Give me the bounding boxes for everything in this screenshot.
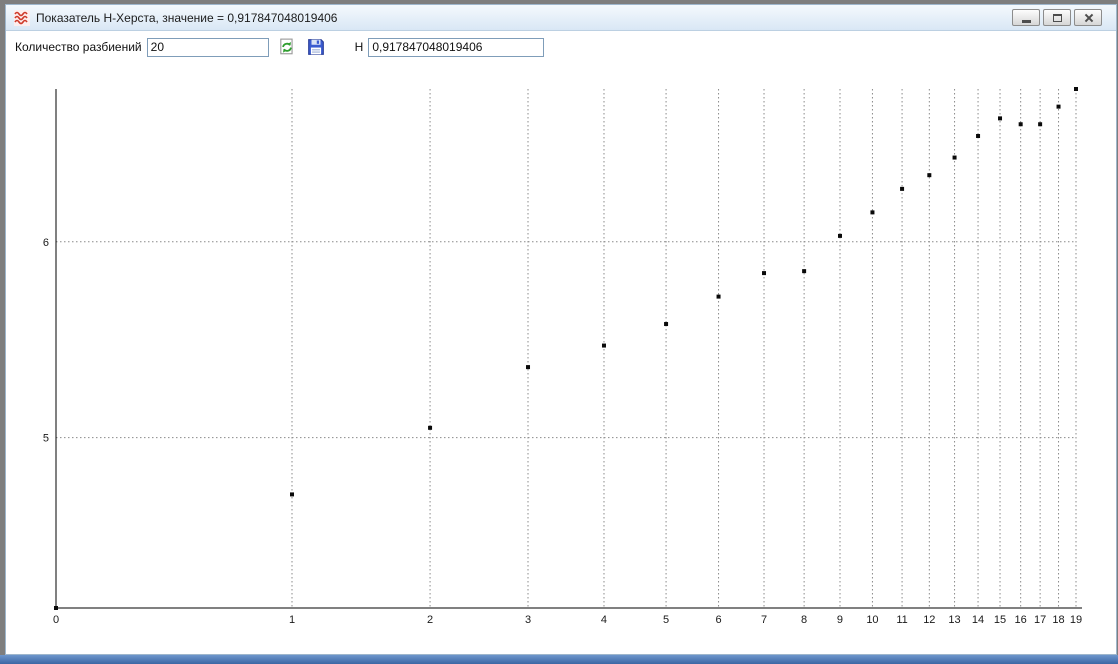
svg-text:1: 1 xyxy=(289,614,295,626)
data-point xyxy=(953,156,957,160)
data-point xyxy=(290,492,294,496)
svg-text:7: 7 xyxy=(761,614,767,626)
h-input[interactable] xyxy=(368,38,544,57)
svg-text:8: 8 xyxy=(801,614,807,626)
data-point xyxy=(717,295,721,299)
close-icon xyxy=(1084,13,1093,22)
maximize-icon xyxy=(1053,14,1062,22)
data-point xyxy=(1074,87,1078,91)
chart-area: 01234567891011121314151617181956 xyxy=(6,63,1116,654)
window-title: Показатель Н-Херста, значение = 0,917847… xyxy=(36,11,1012,25)
svg-text:9: 9 xyxy=(837,614,843,626)
recalculate-button[interactable] xyxy=(276,36,298,58)
svg-text:6: 6 xyxy=(715,614,721,626)
partitions-input[interactable] xyxy=(147,38,269,57)
data-point xyxy=(900,187,904,191)
data-point xyxy=(1019,122,1023,126)
data-point xyxy=(838,234,842,238)
svg-text:13: 13 xyxy=(948,614,960,626)
hurst-scatter-chart: 01234567891011121314151617181956 xyxy=(6,63,1116,654)
data-point xyxy=(602,344,606,348)
data-point xyxy=(1038,122,1042,126)
svg-text:6: 6 xyxy=(43,237,49,249)
svg-text:17: 17 xyxy=(1034,614,1046,626)
data-point xyxy=(998,116,1002,120)
data-point xyxy=(976,134,980,138)
taskbar-strip xyxy=(0,655,1118,664)
data-point xyxy=(762,271,766,275)
svg-text:19: 19 xyxy=(1070,614,1082,626)
titlebar[interactable]: Показатель Н-Херста, значение = 0,917847… xyxy=(6,5,1116,31)
toolbar: Количество разбиений H xyxy=(6,31,1116,63)
h-label: H xyxy=(355,40,364,54)
save-icon xyxy=(307,38,325,56)
svg-text:10: 10 xyxy=(866,614,878,626)
svg-text:2: 2 xyxy=(427,614,433,626)
window-controls xyxy=(1012,9,1102,26)
svg-text:18: 18 xyxy=(1052,614,1064,626)
data-point xyxy=(870,210,874,214)
save-button[interactable] xyxy=(305,36,327,58)
svg-text:14: 14 xyxy=(972,614,984,626)
maximize-button[interactable] xyxy=(1043,9,1071,26)
data-point xyxy=(927,173,931,177)
svg-text:11: 11 xyxy=(896,614,907,626)
svg-text:16: 16 xyxy=(1015,614,1027,626)
app-icon xyxy=(14,10,30,26)
svg-text:3: 3 xyxy=(525,614,531,626)
svg-text:4: 4 xyxy=(601,614,607,626)
svg-text:0: 0 xyxy=(53,614,59,626)
svg-text:15: 15 xyxy=(994,614,1006,626)
svg-text:12: 12 xyxy=(923,614,935,626)
minimize-icon xyxy=(1022,20,1031,23)
svg-text:5: 5 xyxy=(43,433,49,445)
data-point xyxy=(802,269,806,273)
data-point xyxy=(664,322,668,326)
data-point xyxy=(428,426,432,430)
refresh-chart-icon xyxy=(278,38,296,56)
data-point xyxy=(54,606,58,610)
partitions-label: Количество разбиений xyxy=(15,40,142,54)
data-point xyxy=(526,365,530,369)
app-window: Показатель Н-Херста, значение = 0,917847… xyxy=(5,4,1117,655)
data-point xyxy=(1057,105,1061,109)
svg-text:5: 5 xyxy=(663,614,669,626)
minimize-button[interactable] xyxy=(1012,9,1040,26)
close-button[interactable] xyxy=(1074,9,1102,26)
